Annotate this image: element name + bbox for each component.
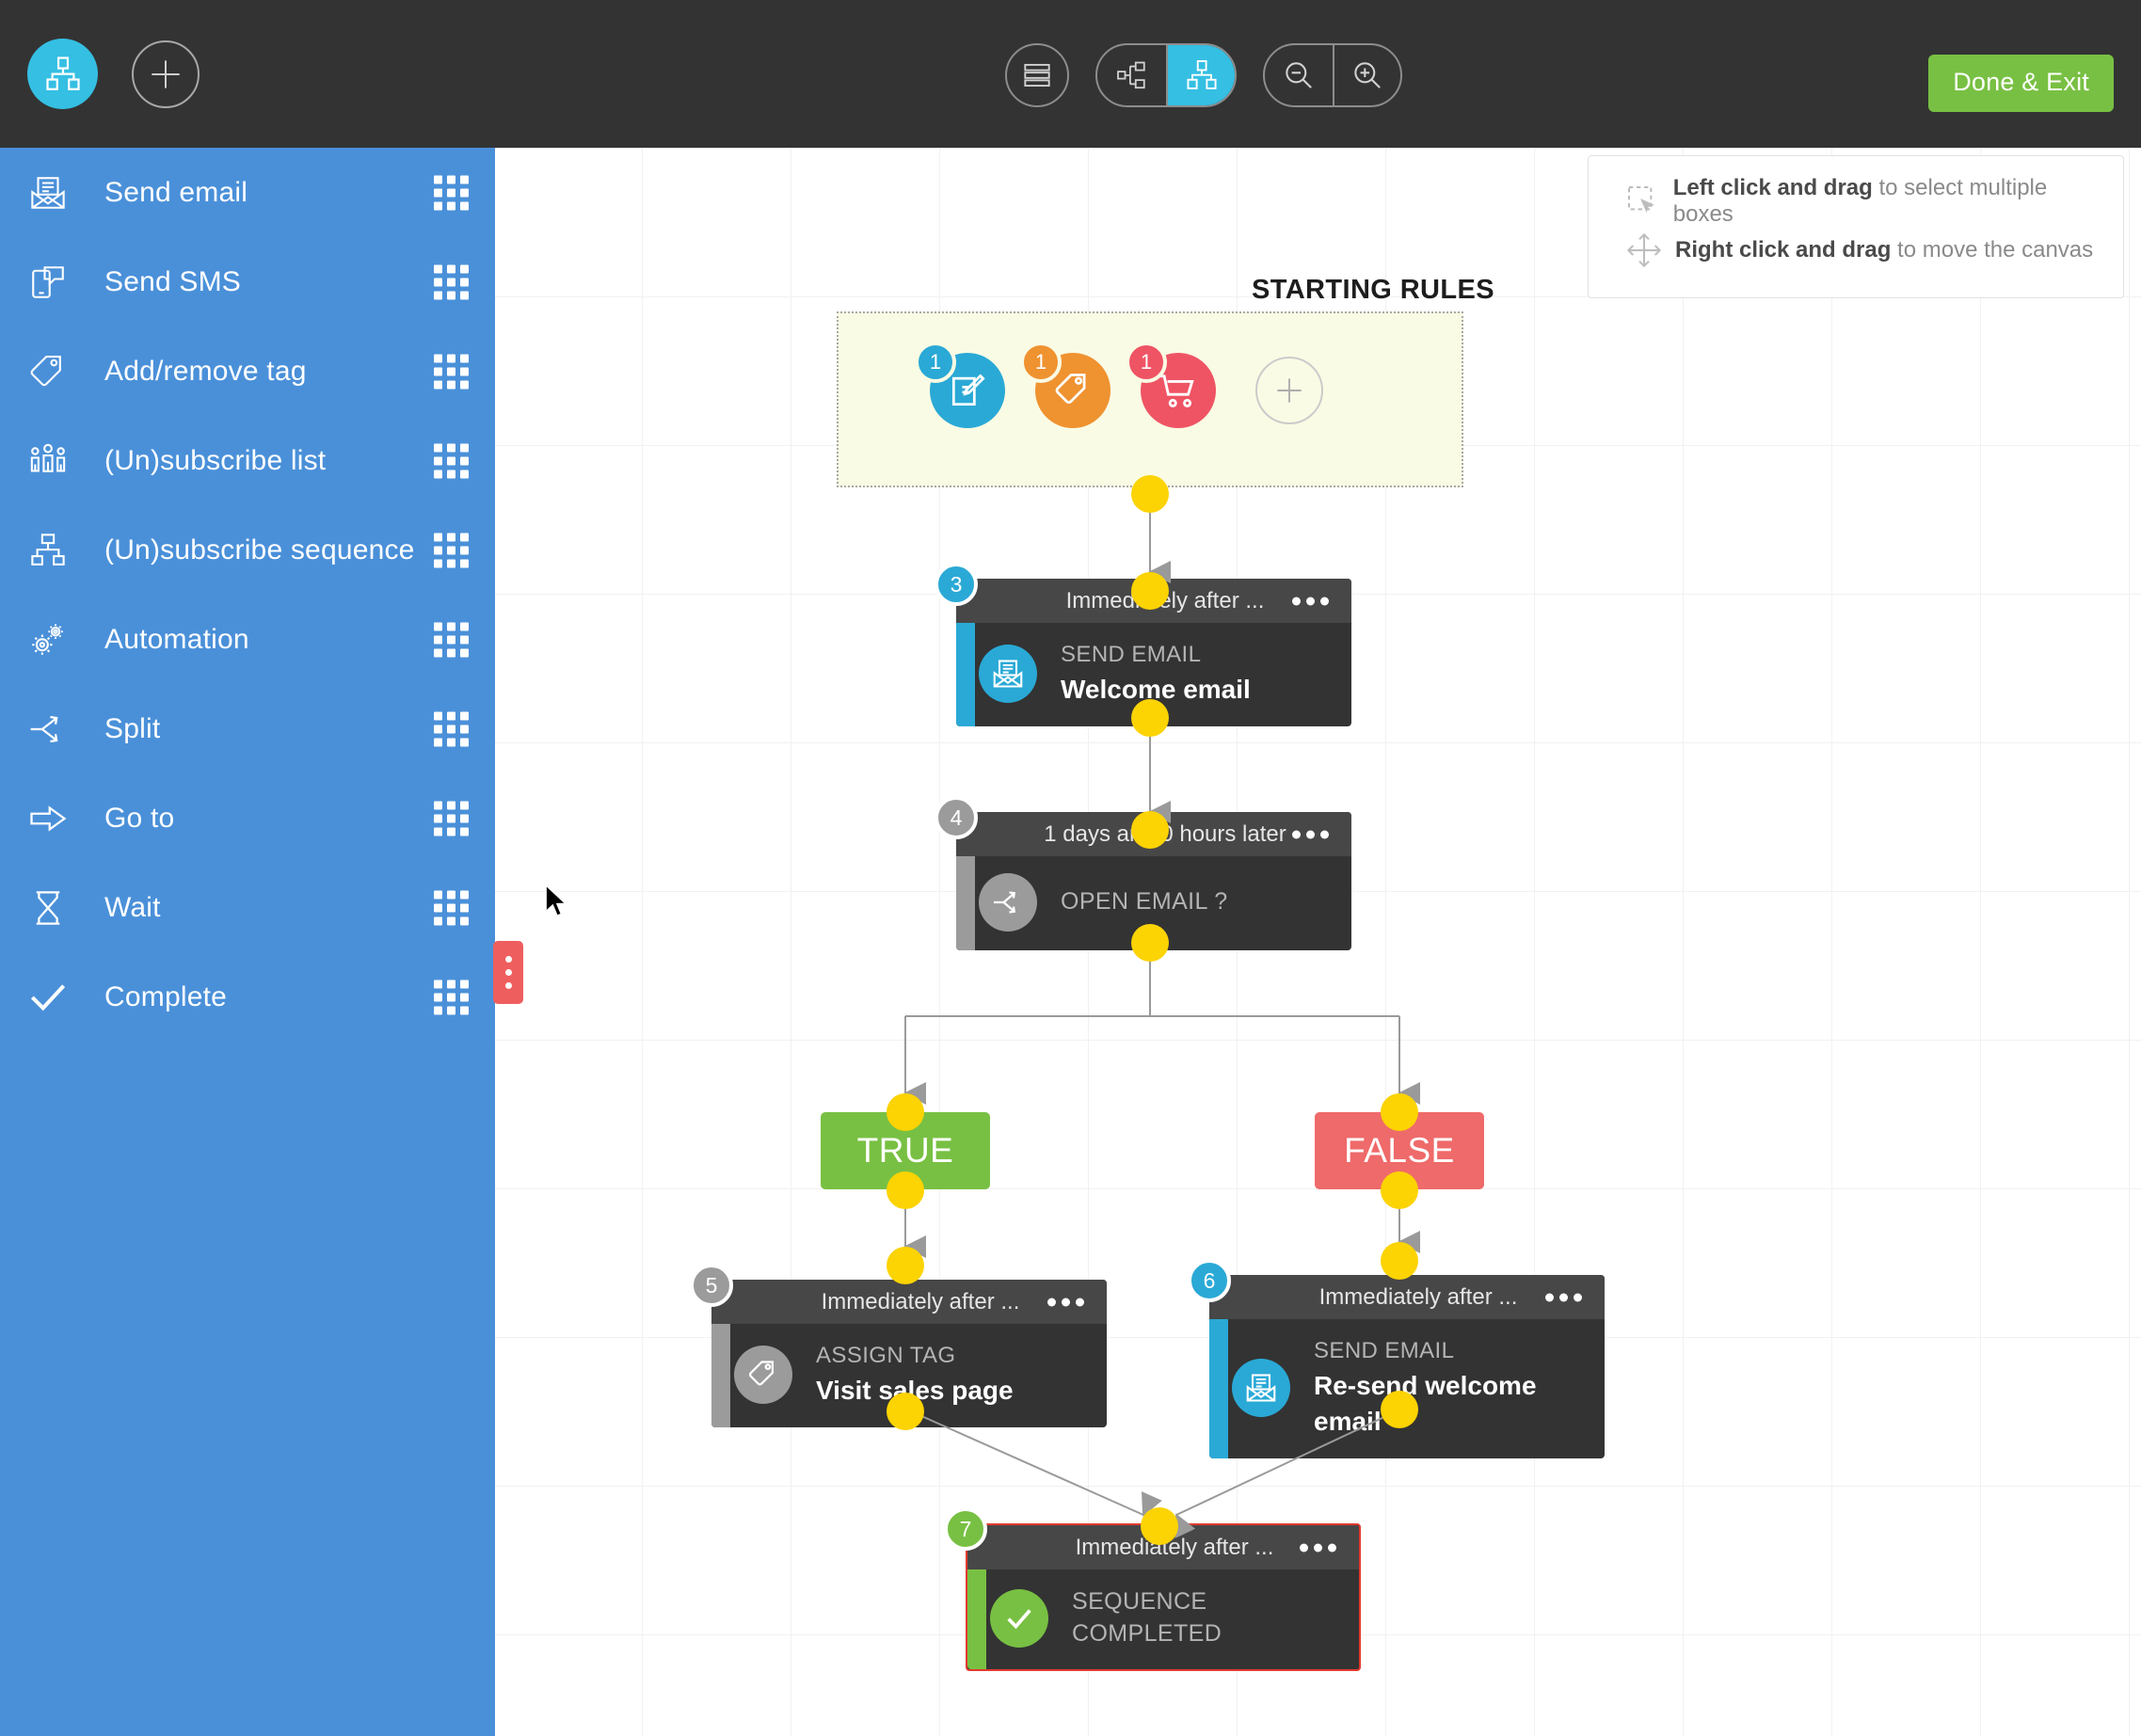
sidebar-item-label: Automation	[104, 623, 249, 655]
sidebar-item-label: (Un)subscribe list	[104, 444, 327, 476]
sidebar-item-label: Send email	[104, 176, 248, 208]
drag-handle[interactable]	[434, 979, 469, 1014]
sidebar-item-split[interactable]: Split	[0, 684, 495, 773]
vertical-layout-button[interactable]	[1166, 45, 1235, 105]
drag-handle[interactable]	[434, 801, 469, 836]
view-tools	[1005, 43, 1402, 107]
automation-builder-app: STARTING RULES 1 1 1 Immediately after .…	[0, 0, 2141, 1736]
legend-bold: Left click and drag	[1672, 175, 1873, 200]
drag-handle[interactable]	[434, 175, 469, 210]
connector-dot[interactable]	[1131, 699, 1169, 737]
sidebar-item-send-sms[interactable]: Send SMS	[0, 237, 495, 326]
connector-dot[interactable]	[1381, 1391, 1418, 1428]
connector-dot[interactable]	[1141, 1507, 1178, 1545]
sidebar-item-complete[interactable]: Complete	[0, 952, 495, 1042]
node-number-badge: 4	[935, 796, 978, 839]
connector-dot[interactable]	[887, 1093, 924, 1131]
drag-handle[interactable]	[434, 354, 469, 389]
connector-wires	[903, 489, 1420, 1539]
people-group-icon	[28, 441, 87, 481]
magnifier-minus-icon	[1286, 62, 1312, 88]
connector-dot[interactable]	[1131, 572, 1169, 610]
connector-dot[interactable]	[887, 1171, 924, 1209]
sidebar-item-wait[interactable]: Wait	[0, 863, 495, 952]
sidebar-item-label: Add/remove tag	[104, 355, 307, 387]
sidebar-item-go-to[interactable]: Go to	[0, 773, 495, 863]
list-view-button[interactable]	[1005, 43, 1069, 107]
drag-handle[interactable]	[434, 443, 469, 478]
connector-dot[interactable]	[1131, 924, 1169, 962]
node-number-badge: 6	[1188, 1259, 1231, 1302]
add-element-button[interactable]	[132, 40, 200, 108]
connector-dot[interactable]	[887, 1393, 924, 1430]
magnifier-plus-icon	[1354, 62, 1381, 88]
canvas-content: STARTING RULES 1 1 1 Immediately after .…	[495, 148, 2141, 1736]
marquee-select-icon	[1613, 183, 1673, 220]
sidebar-item-label: Send SMS	[104, 265, 242, 297]
zoom-controls	[1263, 43, 1402, 107]
sidebar-item-label: Go to	[104, 802, 175, 834]
connector-dot[interactable]	[1381, 1171, 1418, 1209]
drag-handle[interactable]	[434, 890, 469, 925]
done-and-exit-button[interactable]: Done & Exit	[1928, 55, 2114, 112]
zoom-in-button[interactable]	[1333, 45, 1400, 105]
sitemap-vertical-icon	[1186, 60, 1217, 89]
hourglass-icon	[28, 888, 87, 928]
legend-bold: Right click and drag	[1675, 237, 1892, 263]
connector-dot[interactable]	[1381, 1093, 1418, 1131]
drag-handle[interactable]	[434, 711, 469, 746]
sidebar-item-label: Wait	[104, 891, 161, 923]
plus-icon	[152, 60, 180, 88]
legend-rest: to move the canvas	[1891, 237, 2094, 263]
sidebar-item-send-email[interactable]: Send email	[0, 148, 495, 237]
split-arrows-icon	[28, 709, 87, 749]
canvas-panel-toggle[interactable]	[493, 941, 523, 1004]
sidebar-item-label: Complete	[104, 980, 227, 1012]
right-arrow-icon	[28, 799, 87, 838]
sidebar-item-label: Split	[104, 712, 161, 744]
layout-toggle-group	[1095, 43, 1237, 107]
sidebar-item-unsubscribe-sequence[interactable]: (Un)subscribe sequence	[0, 505, 495, 595]
sitemap-icon	[28, 531, 87, 570]
phone-chat-icon	[28, 263, 87, 302]
legend-row-select: Left click and drag to select multiple b…	[1613, 175, 2099, 228]
connector-dot[interactable]	[1131, 475, 1169, 513]
drag-handle[interactable]	[434, 264, 469, 299]
connector-dot[interactable]	[1131, 811, 1169, 849]
open-envelope-icon	[28, 173, 87, 213]
gears-icon	[28, 620, 87, 660]
sequence-logo-button[interactable]	[27, 39, 98, 109]
legend-text: Left click and drag to select multiple b…	[1673, 175, 2099, 228]
sidebar-item-unsubscribe-list[interactable]: (Un)subscribe list	[0, 416, 495, 505]
sidebar: Send email Send SMS Add/remove tag (Un)s…	[0, 148, 495, 1736]
list-icon	[1024, 63, 1050, 88]
mouse-cursor	[542, 882, 570, 925]
workflow-canvas[interactable]: STARTING RULES 1 1 1 Immediately after .…	[495, 148, 2141, 1736]
drag-handle[interactable]	[434, 533, 469, 567]
move-arrows-icon	[1613, 231, 1675, 269]
horizontal-layout-button[interactable]	[1097, 45, 1166, 105]
legend-row-move: Right click and drag to move the canvas	[1613, 226, 2099, 275]
node-number-badge: 7	[944, 1507, 987, 1551]
checkmark-icon	[28, 978, 87, 1017]
canvas-help-legend: Left click and drag to select multiple b…	[1588, 155, 2124, 298]
connector-dot[interactable]	[1381, 1242, 1418, 1280]
node-number-badge: 5	[690, 1264, 733, 1307]
connector-dot[interactable]	[887, 1247, 924, 1284]
node-number-badge: 3	[935, 563, 978, 606]
sitemap-horizontal-icon	[1116, 61, 1145, 89]
sitemap-icon	[45, 56, 80, 90]
sidebar-item-add-remove-tag[interactable]: Add/remove tag	[0, 326, 495, 416]
zoom-out-button[interactable]	[1265, 45, 1333, 105]
tag-icon	[28, 352, 87, 391]
sidebar-item-automation[interactable]: Automation	[0, 595, 495, 684]
drag-handle[interactable]	[434, 622, 469, 657]
legend-text: Right click and drag to move the canvas	[1675, 237, 2093, 263]
top-toolbar: Done & Exit	[0, 0, 2141, 148]
sidebar-item-label: (Un)subscribe sequence	[104, 534, 415, 565]
